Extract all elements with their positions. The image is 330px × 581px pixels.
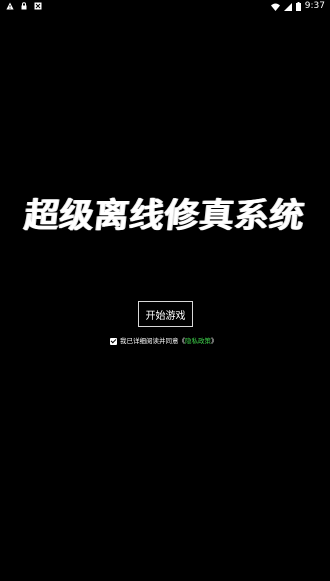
agreement-row: 我已详细阅读并同意 《 隐私政策 》 <box>110 337 218 346</box>
status-bar: 9:37 <box>0 0 330 13</box>
battery-icon <box>295 2 301 11</box>
agreement-checkbox[interactable] <box>110 338 117 345</box>
agreement-text: 我已详细阅读并同意 <box>120 337 179 345</box>
lock-icon <box>21 2 27 10</box>
status-time: 9:37 <box>304 1 325 11</box>
signal-icon <box>283 2 292 11</box>
bracket-close: 》 <box>211 337 218 345</box>
game-title: 超级离线修真系统 <box>22 196 307 236</box>
privacy-policy-link[interactable]: 隐私政策 <box>185 337 211 346</box>
image-icon <box>34 2 42 10</box>
status-bar-left <box>6 2 42 10</box>
warning-icon <box>6 2 14 10</box>
status-bar-right: 9:37 <box>270 1 325 12</box>
start-game-button[interactable]: 开始游戏 <box>138 301 193 327</box>
wifi-icon <box>270 3 280 11</box>
